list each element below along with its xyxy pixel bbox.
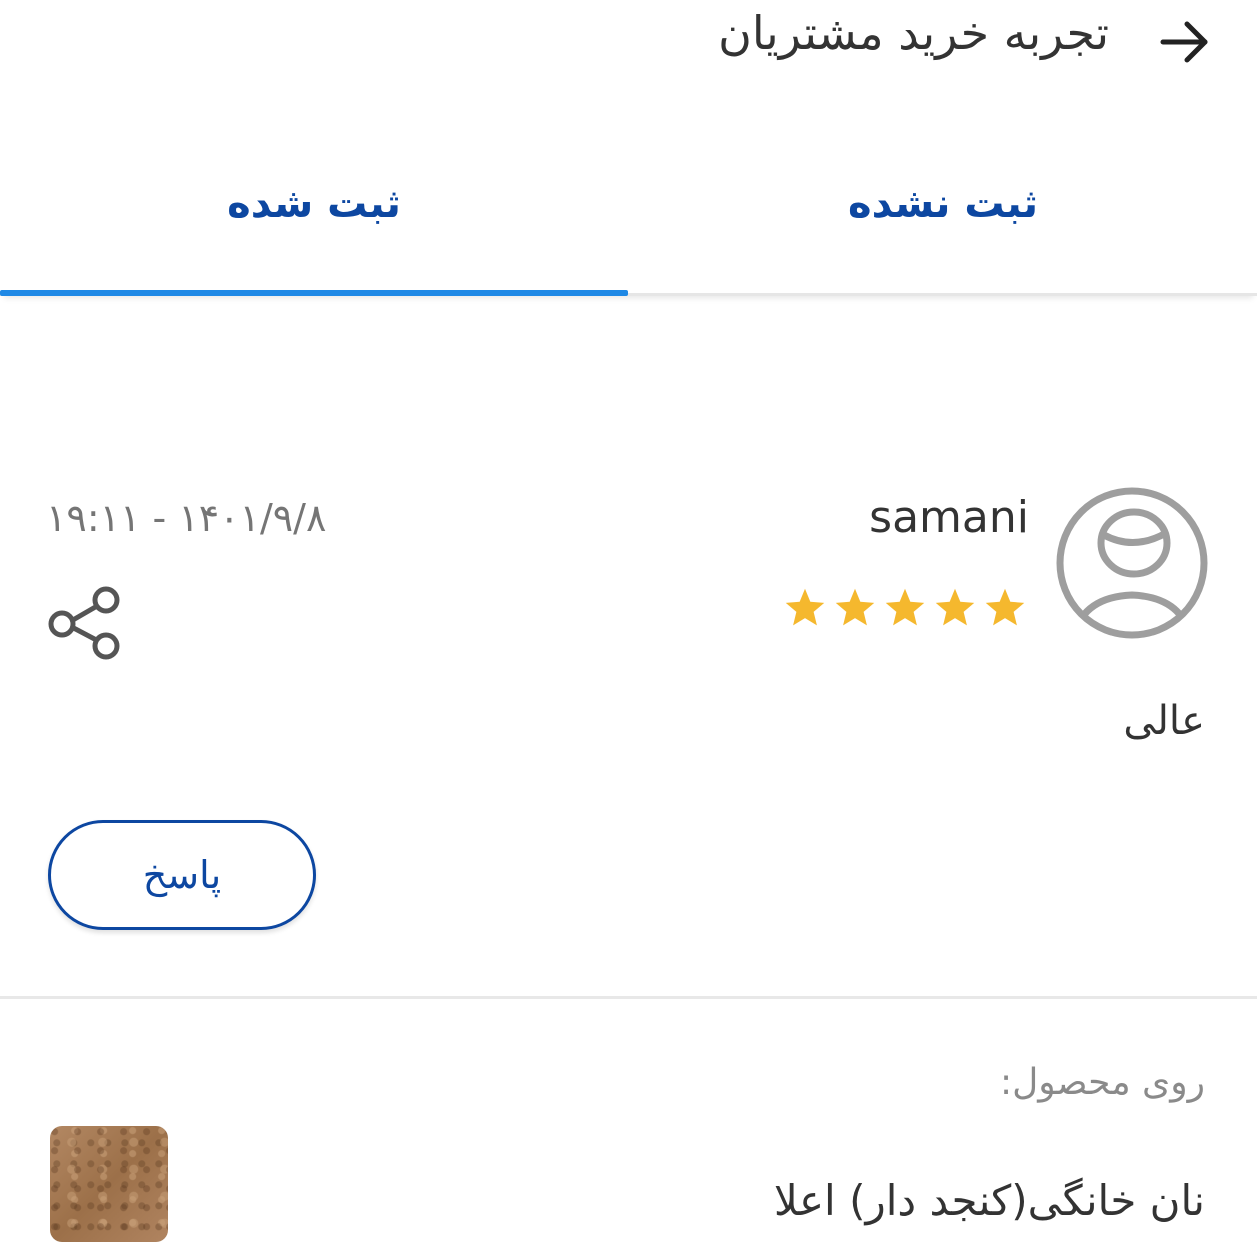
active-tab-indicator (0, 290, 628, 296)
tab-unregistered[interactable]: ثبت نشده (629, 120, 1257, 292)
share-icon[interactable] (44, 582, 128, 666)
tab-bar: ثبت شده ثبت نشده (0, 120, 1257, 296)
tab-registered[interactable]: ثبت شده (0, 120, 628, 296)
star-icon (785, 588, 825, 626)
tab-registered-label: ثبت شده (227, 181, 401, 227)
product-thumbnail[interactable] (50, 1126, 168, 1242)
product-label: روی محصول: (999, 1062, 1205, 1103)
app-header: تجربه خرید مشتریان (0, 0, 1257, 120)
reply-button[interactable]: پاسخ (48, 820, 316, 930)
star-icon (935, 588, 975, 626)
page-title: تجربه خرید مشتریان (718, 6, 1109, 60)
product-name[interactable]: نان خانگی(کنجد دار) اعلا (774, 1176, 1205, 1225)
star-icon (885, 588, 925, 626)
section-divider (0, 996, 1257, 999)
review-datetime: ۱۹:۱۱ - ۱۴۰۱/۹/۸ (46, 496, 327, 540)
user-avatar-icon (1056, 487, 1208, 639)
back-button[interactable] (1153, 10, 1217, 74)
tab-unregistered-label: ثبت نشده (847, 181, 1039, 227)
review-card: samani ۱۹:۱۱ - ۱۴۰۱/۹/۸ عالی پاسخ (0, 310, 1257, 1000)
star-icon (985, 588, 1025, 626)
review-username: samani (869, 492, 1029, 543)
star-icon (835, 588, 875, 626)
arrow-right-icon (1160, 21, 1208, 63)
rating-stars (783, 586, 1027, 630)
review-comment: عالی (1123, 698, 1205, 744)
